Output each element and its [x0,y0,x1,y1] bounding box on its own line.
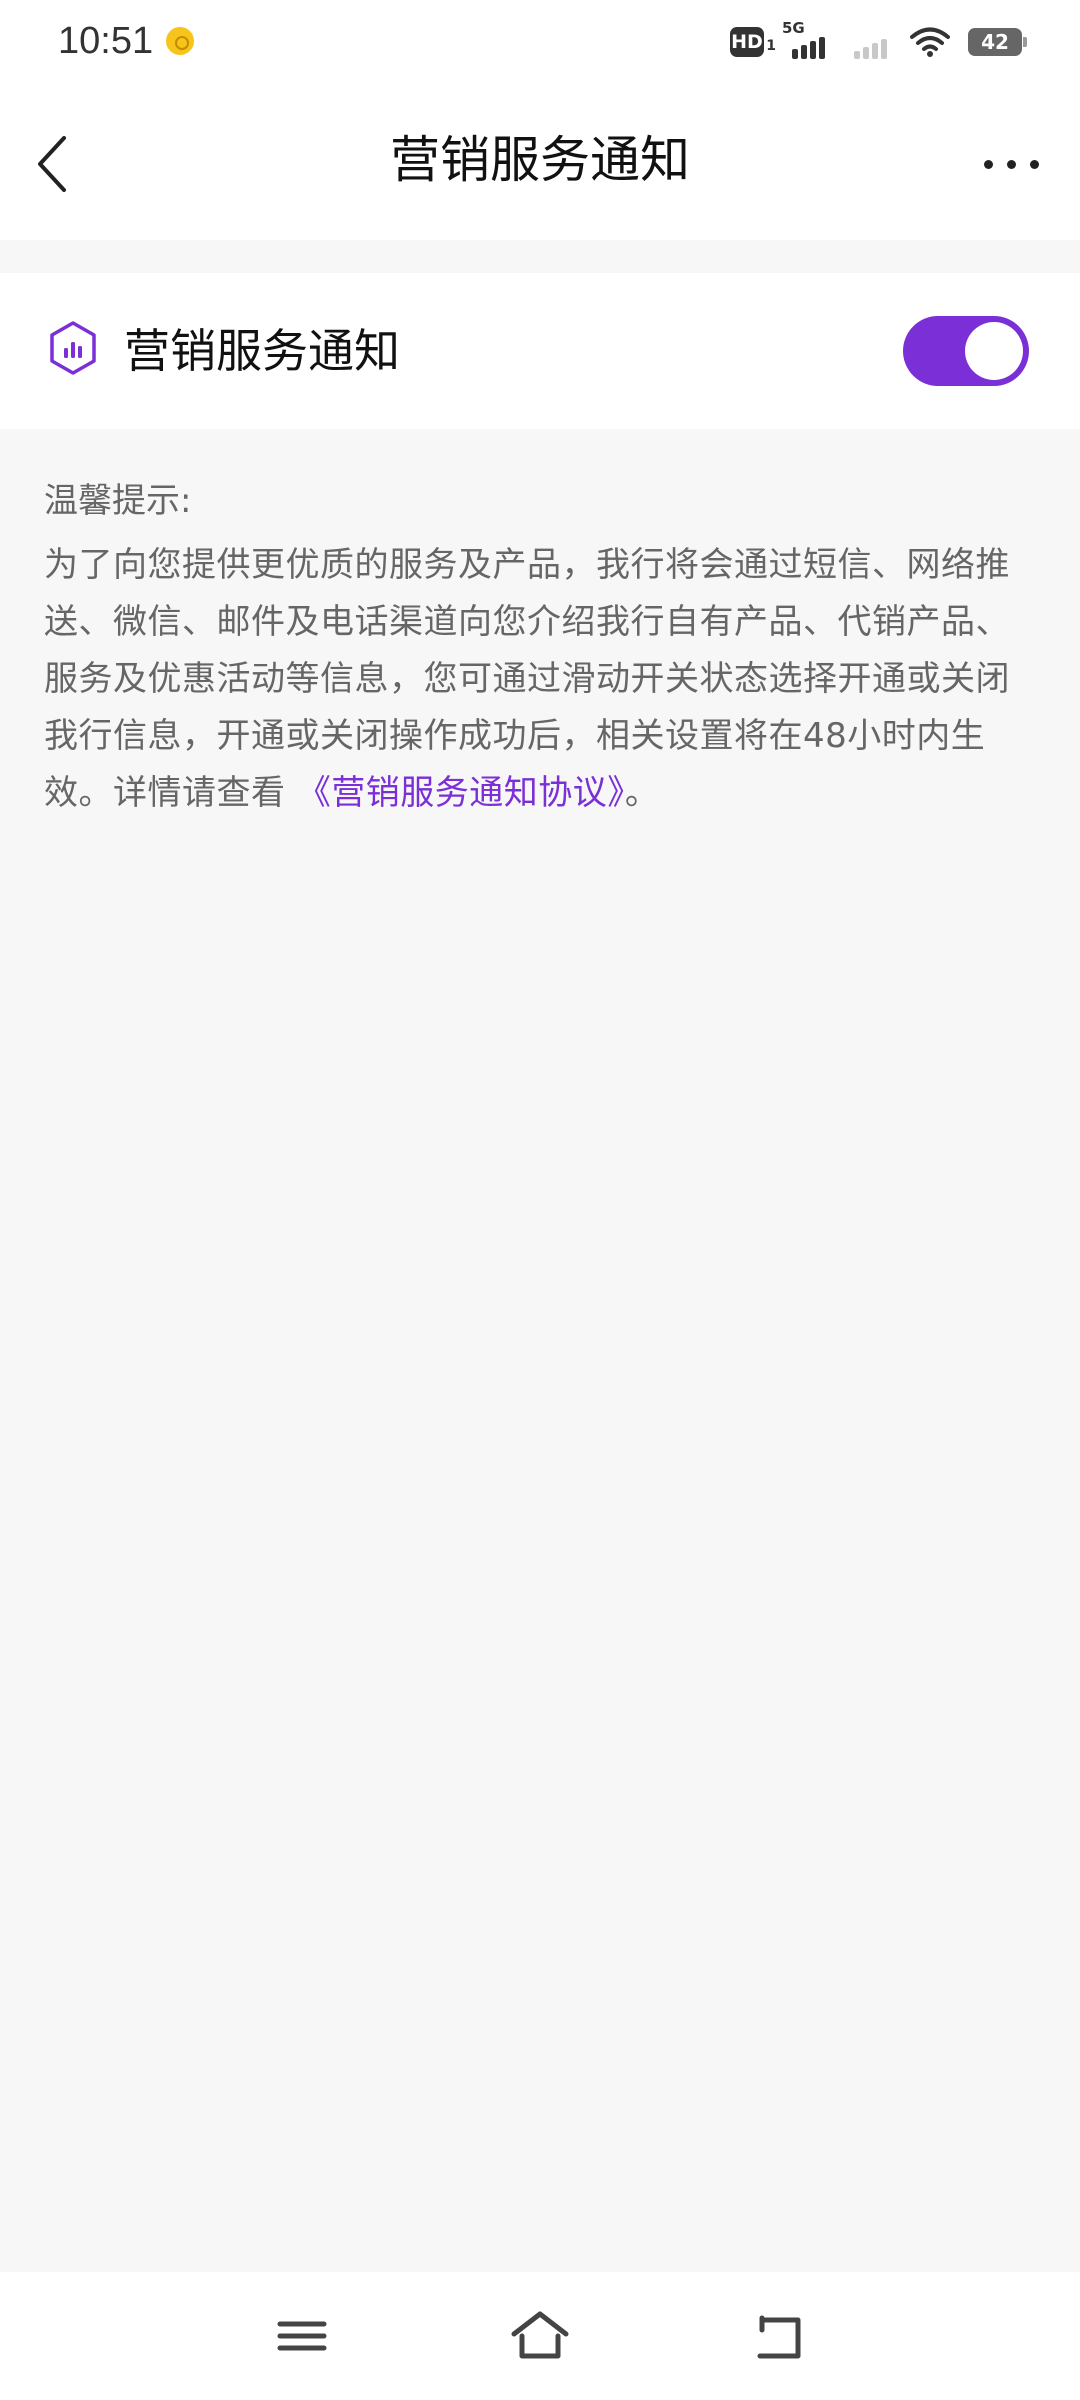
toggle-knob [965,322,1023,380]
wifi-icon [910,26,950,58]
notice-title: 温馨提示: [44,481,192,521]
hd-label: HD [731,31,763,53]
notice-body: 为了向您提供更优质的服务及产品，我行将会通过短信、网络推送、微信、邮件及电话渠道… [44,537,1039,822]
app-screen: 10:51 HD 1 5G 42 营销服务通知 营销服务通知 温馨提示: 为了向… [0,0,1080,2400]
more-options-button[interactable] [980,140,1044,188]
notification-coin-icon [166,27,194,55]
return-icon [757,2315,801,2359]
status-time: 10:51 [58,20,154,62]
menu-icon [277,2321,327,2351]
network-type: 5G [782,19,805,37]
system-navigation-bar [0,2272,1080,2400]
agreement-link[interactable]: 《营销服务通知协议》 [297,773,625,813]
hd-sim-number: 1 [766,38,776,54]
menu-button[interactable] [270,2306,334,2366]
marketing-notification-toggle[interactable] [903,316,1029,386]
return-button[interactable] [748,2306,812,2366]
home-button[interactable] [508,2306,572,2366]
marketing-notification-row: 营销服务通知 [0,273,1080,429]
home-icon [511,2311,569,2359]
battery-icon: 42 [968,28,1027,56]
status-bar: 10:51 HD 1 5G 42 [0,0,1080,84]
setting-label: 营销服务通知 [124,324,400,378]
signal-5g-icon: 5G [782,19,828,59]
page-title: 营销服务通知 [390,131,690,189]
more-horizontal-icon [984,160,993,169]
notice-end: 。 [624,773,660,813]
hd-voice-icon: HD 1 [730,27,776,57]
signal-sim2-icon [846,25,892,59]
status-indicators: HD 1 5G 42 [730,19,1027,62]
top-app-bar: 营销服务通知 [0,84,1080,240]
hexagon-chart-icon [48,320,98,376]
battery-level: 42 [981,30,1009,54]
